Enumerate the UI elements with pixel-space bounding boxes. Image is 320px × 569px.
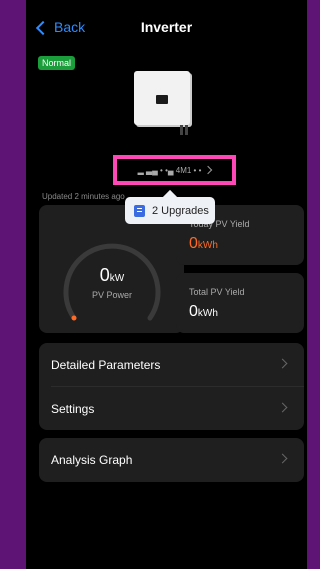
analysis-graph-item[interactable]: Analysis Graph bbox=[39, 438, 304, 482]
settings-list: Detailed Parameters Settings bbox=[39, 343, 304, 430]
analysis-graph-card: Analysis Graph bbox=[39, 438, 304, 482]
total-yield-number: 0 bbox=[189, 303, 198, 320]
device-serial-link[interactable]: ▂ ▃▄ • •▄ 4M1 • • bbox=[113, 155, 236, 185]
pv-power-number: 0 bbox=[99, 265, 110, 285]
detailed-parameters-item[interactable]: Detailed Parameters bbox=[39, 343, 304, 386]
today-yield-unit: kWh bbox=[197, 240, 218, 251]
detailed-parameters-label: Detailed Parameters bbox=[51, 357, 161, 372]
upgrades-tooltip[interactable]: 2 Upgrades bbox=[125, 197, 215, 224]
chevron-right-icon bbox=[204, 165, 213, 175]
today-yield-value: 0kWh bbox=[189, 235, 218, 253]
pv-power-gauge: 0kW PV Power bbox=[51, 233, 173, 323]
analysis-graph-label: Analysis Graph bbox=[51, 453, 133, 467]
today-yield-number: 0 bbox=[189, 235, 198, 252]
inverter-body bbox=[134, 71, 190, 125]
inverter-screen bbox=[156, 95, 168, 104]
upgrade-icon bbox=[134, 204, 145, 217]
total-yield-value: 0kWh bbox=[189, 303, 218, 321]
total-yield-unit: kWh bbox=[197, 308, 218, 319]
chevron-right-icon bbox=[277, 453, 288, 464]
status-badge: Normal bbox=[38, 56, 76, 70]
serial-number: ▂ ▃▄ • •▄ 4M1 • • bbox=[137, 165, 202, 175]
navigation-bar: Back Inverter bbox=[26, 0, 307, 54]
chevron-right-icon bbox=[277, 402, 288, 413]
total-yield-label: Total PV Yield bbox=[189, 287, 245, 297]
settings-item[interactable]: Settings bbox=[39, 387, 304, 430]
inverter-connector bbox=[185, 125, 188, 135]
updated-timestamp: Updated 2 minutes ago bbox=[42, 192, 125, 201]
inverter-connector bbox=[180, 125, 183, 135]
settings-label: Settings bbox=[51, 401, 95, 416]
page-title: Inverter bbox=[140, 19, 193, 35]
pv-power-value: 0kW bbox=[51, 265, 173, 286]
pv-power-unit: kW bbox=[109, 273, 125, 284]
pv-power-label: PV Power bbox=[91, 290, 133, 300]
phone-screen: Back Inverter Normal ▂ ▃▄ • •▄ 4M1 • • U… bbox=[26, 0, 307, 569]
pv-power-card: 0kW PV Power bbox=[39, 205, 184, 333]
upgrades-label: 2 Upgrades bbox=[152, 204, 209, 217]
total-yield-card: Total PV Yield 0kWh bbox=[176, 273, 304, 333]
chevron-right-icon bbox=[277, 358, 288, 369]
inverter-image bbox=[134, 71, 198, 135]
